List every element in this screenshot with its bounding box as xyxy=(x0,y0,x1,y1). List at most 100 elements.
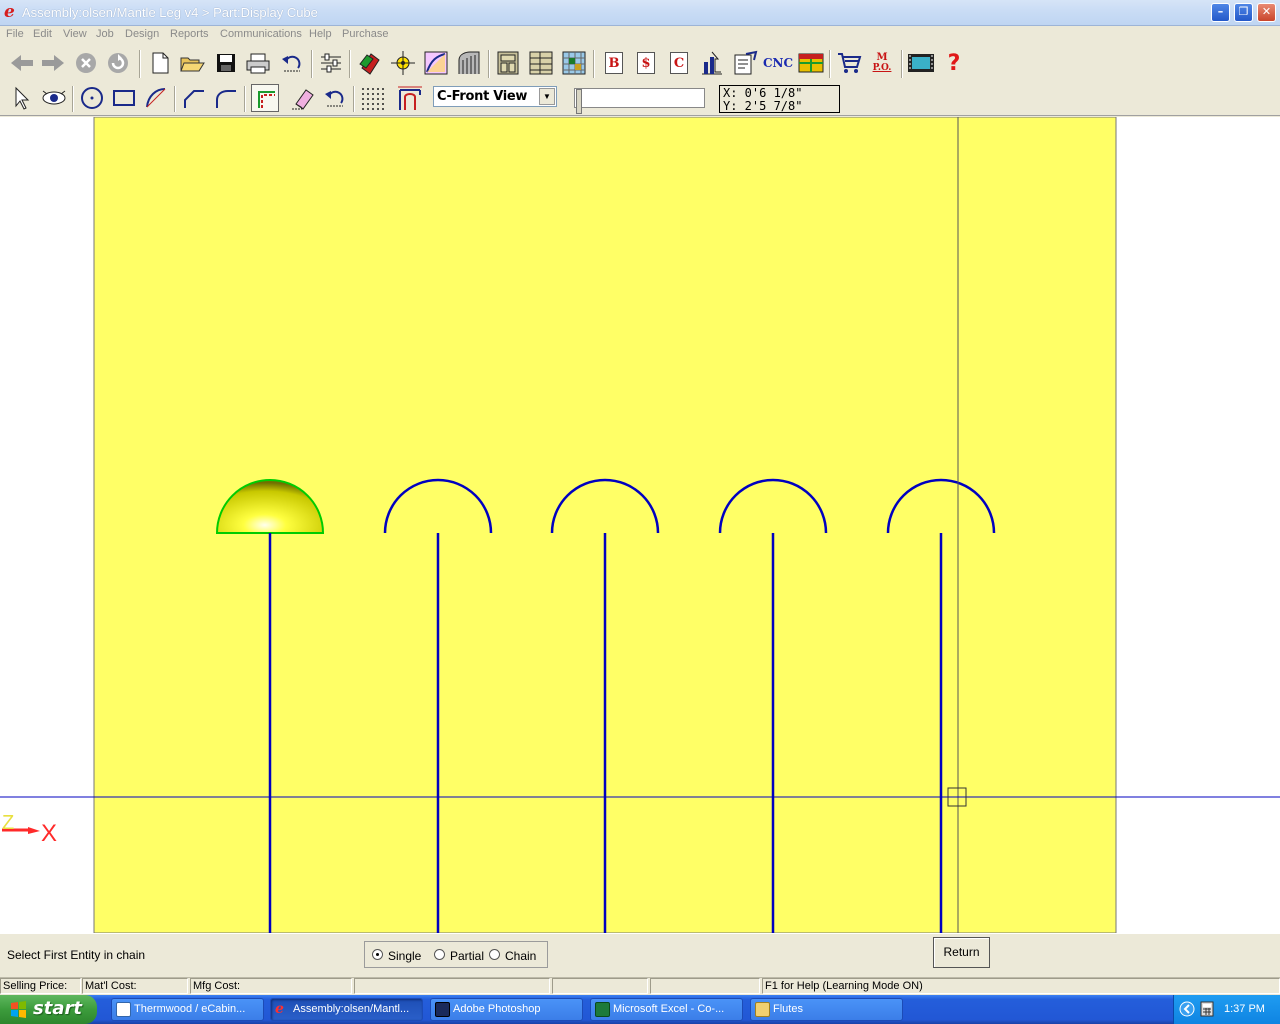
eraser-tool-icon[interactable] xyxy=(289,84,317,112)
arc-tool-icon[interactable] xyxy=(142,84,170,112)
report-cost-icon: $ xyxy=(637,52,655,74)
close-button[interactable]: ✕ xyxy=(1257,3,1276,22)
windows-logo-icon xyxy=(11,1001,26,1018)
toolbar-separator xyxy=(353,86,355,112)
radio-single-label[interactable]: Single xyxy=(388,949,421,963)
radio-partial-label[interactable]: Partial xyxy=(450,949,484,963)
menu-view[interactable]: View xyxy=(63,28,87,40)
report-c-icon: C xyxy=(670,52,688,74)
save-icon[interactable] xyxy=(212,49,240,77)
molding-icon[interactable] xyxy=(455,49,483,77)
edge-profile-icon[interactable] xyxy=(422,49,450,77)
open-folder-icon[interactable] xyxy=(178,49,206,77)
browser-icon xyxy=(116,1002,131,1017)
circle-tool-icon[interactable] xyxy=(78,84,106,112)
rectangle-tool-icon[interactable] xyxy=(110,84,138,112)
cabinet-icon[interactable] xyxy=(494,49,522,77)
chain-select-tool-icon[interactable] xyxy=(251,84,279,112)
status-cell-empty xyxy=(552,978,648,994)
drawing-canvas[interactable]: Z X xyxy=(0,117,1280,933)
radio-partial[interactable] xyxy=(434,949,445,960)
status-matl-cost: Mat'l Cost: xyxy=(82,978,188,994)
menu-purchase[interactable]: Purchase xyxy=(342,28,388,40)
tray-expand-icon[interactable] xyxy=(1179,1001,1195,1017)
forward-arrow-icon[interactable] xyxy=(39,49,67,77)
drawing-svg[interactable]: Z X xyxy=(0,117,1280,933)
room-layout-icon[interactable] xyxy=(560,49,588,77)
taskbar-item-excel[interactable]: Microsoft Excel - Co-... xyxy=(590,998,743,1021)
taskbar-item-thermwood[interactable]: Thermwood / eCabin... xyxy=(111,998,264,1021)
grid-table-icon[interactable] xyxy=(797,49,825,77)
toolbar-separator xyxy=(901,50,903,78)
toolbar-separator xyxy=(174,86,176,112)
print-icon[interactable] xyxy=(244,49,272,77)
main-toolbar: B $ C CNC M P.O. ? xyxy=(0,46,1280,82)
toolbar-separator xyxy=(349,50,351,78)
settings-sliders-icon[interactable] xyxy=(317,49,345,77)
taskbar-item-flutes[interactable]: Flutes xyxy=(750,998,903,1021)
return-button[interactable]: Return xyxy=(933,937,990,968)
toolbar-separator xyxy=(72,86,74,112)
report-b-button[interactable]: B xyxy=(600,49,628,77)
photoshop-icon xyxy=(435,1002,450,1017)
minimize-button[interactable]: – xyxy=(1211,3,1230,22)
x-axis-arrowhead xyxy=(28,827,40,834)
dimension-tool-icon[interactable] xyxy=(396,84,424,112)
menu-file[interactable]: File xyxy=(6,28,24,40)
toolbar-separator xyxy=(488,50,490,78)
refresh-icon[interactable] xyxy=(104,49,132,77)
app-logo-icon: e xyxy=(4,2,15,22)
selection-mode-group: Single Partial Chain xyxy=(364,941,548,968)
taskbar-item-assembly[interactable]: e Assembly:olsen/Mantl... xyxy=(270,998,423,1021)
status-selling-price: Selling Price: xyxy=(0,978,81,994)
hardware-icon[interactable] xyxy=(389,49,417,77)
view-select-value: C-Front View xyxy=(437,89,528,104)
chamfer-tool-icon[interactable] xyxy=(180,84,208,112)
zoom-slider-thumb[interactable] xyxy=(576,89,582,114)
fillet-tool-icon[interactable] xyxy=(212,84,240,112)
view-select-dropdown[interactable]: C-Front View ▼ xyxy=(433,86,557,107)
radio-chain-label[interactable]: Chain xyxy=(505,949,536,963)
new-file-icon[interactable] xyxy=(146,49,174,77)
taskbar-item-label: Assembly:olsen/Mantl... xyxy=(293,1003,410,1015)
shopping-cart-icon[interactable] xyxy=(835,49,863,77)
cabinet-layout-icon[interactable] xyxy=(527,49,555,77)
undo-draw-icon[interactable] xyxy=(321,84,349,112)
menu-communications[interactable]: Communications xyxy=(220,28,302,40)
grid-snap-icon[interactable] xyxy=(358,84,386,112)
taskbar-item-label: Adobe Photoshop xyxy=(453,1003,541,1015)
report-cost-button[interactable]: $ xyxy=(632,49,660,77)
select-pointer-icon[interactable] xyxy=(8,84,36,112)
help-question-icon: ? xyxy=(947,50,961,76)
menu-reports[interactable]: Reports xyxy=(170,28,209,40)
film-video-icon[interactable] xyxy=(907,49,935,77)
window-title: Assembly:olsen/Mantle Leg v4 > Part:Disp… xyxy=(22,5,318,20)
menu-help[interactable]: Help xyxy=(309,28,332,40)
upload-chart-icon[interactable] xyxy=(698,49,726,77)
menu-design[interactable]: Design xyxy=(125,28,159,40)
taskbar-item-photoshop[interactable]: Adobe Photoshop xyxy=(430,998,583,1021)
restore-button[interactable]: ❐ xyxy=(1234,3,1253,22)
radio-chain[interactable] xyxy=(489,949,500,960)
cnc-button[interactable]: CNC xyxy=(762,49,794,77)
chevron-down-icon[interactable]: ▼ xyxy=(539,88,555,105)
undo-icon[interactable] xyxy=(278,49,306,77)
cutlist-icon[interactable] xyxy=(731,49,759,77)
materials-icon[interactable] xyxy=(356,49,384,77)
stop-icon[interactable] xyxy=(72,49,100,77)
status-cell-empty xyxy=(354,978,550,994)
calculator-tray-icon[interactable] xyxy=(1199,1001,1215,1017)
status-help-text: F1 for Help (Learning Mode ON) xyxy=(762,978,1280,994)
purchase-order-button[interactable]: M P.O. xyxy=(868,49,896,77)
report-c-button[interactable]: C xyxy=(665,49,693,77)
toolbar-separator xyxy=(829,50,831,78)
radio-single[interactable] xyxy=(372,949,383,960)
zoom-slider-track[interactable] xyxy=(574,88,705,108)
mpo-top-label: M xyxy=(876,52,888,63)
menu-edit[interactable]: Edit xyxy=(33,28,52,40)
view-eye-icon[interactable] xyxy=(40,84,68,112)
help-button[interactable]: ? xyxy=(940,49,968,77)
status-mfg-cost: Mfg Cost: xyxy=(190,978,352,994)
menu-job[interactable]: Job xyxy=(96,28,114,40)
back-arrow-icon[interactable] xyxy=(8,49,36,77)
